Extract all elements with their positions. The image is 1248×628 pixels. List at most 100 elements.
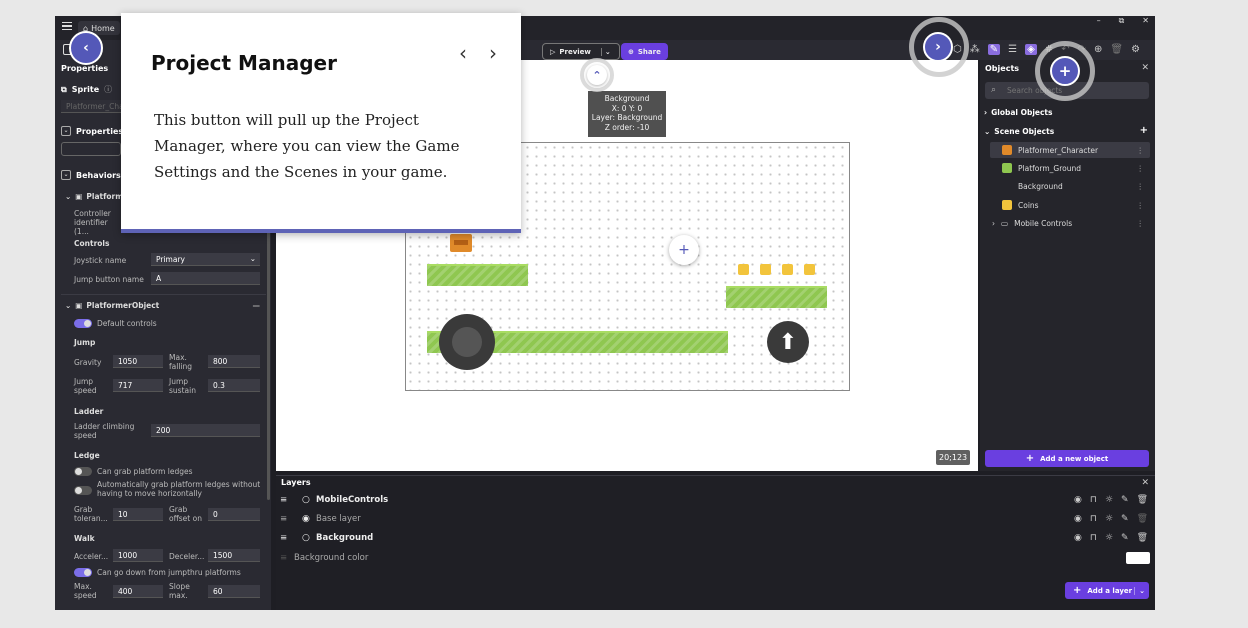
layer-radio[interactable]: ◉	[302, 514, 316, 524]
share-button[interactable]: ⊕ Share	[621, 43, 668, 60]
list-item[interactable]: Platformer_Character ⋮	[990, 142, 1150, 158]
drag-handle-icon[interactable]: ≡	[280, 533, 294, 543]
layer-radio[interactable]: ○	[302, 533, 316, 543]
joystick-select[interactable]: Primary ⌄	[151, 253, 260, 266]
default-controls-toggle[interactable]	[74, 319, 92, 328]
jump-button-field[interactable]: A	[151, 272, 260, 285]
chevron-down-icon[interactable]: ⌄	[1134, 586, 1145, 595]
more-icon[interactable]: ⋮	[1137, 182, 1145, 191]
layers-icon[interactable]: ◈	[1025, 44, 1037, 55]
layer-row[interactable]: ≡ ○ MobileControls ◉ ⊓ ☼ ✎ 🗑	[280, 491, 1150, 509]
platform-ground[interactable]	[427, 264, 528, 286]
coin[interactable]	[804, 264, 815, 275]
joystick-control[interactable]	[439, 314, 495, 370]
gravity-field[interactable]: 1050	[113, 355, 163, 368]
edit-scene-icon[interactable]: ⚙	[1131, 44, 1140, 55]
delete-icon[interactable]: 🗑	[1137, 495, 1148, 505]
acceleration-field[interactable]: 1000	[113, 549, 163, 562]
edit-icon[interactable]: ✎	[1121, 514, 1129, 524]
properties-section[interactable]: ⌄ Properties	[61, 126, 123, 136]
edit-icon[interactable]: ✎	[1121, 495, 1129, 505]
layer-row[interactable]: ≡ ◉ Base layer ◉ ⊓ ☼ ✎ 🗑	[280, 510, 1150, 528]
more-icon[interactable]: ⋮	[1137, 219, 1145, 228]
jump-sustain-field[interactable]: 0.3	[208, 379, 260, 392]
tutorial-back-button[interactable]: ‹	[69, 31, 103, 65]
grab-tolerance-field[interactable]: 10	[113, 508, 163, 521]
property-field[interactable]	[61, 142, 121, 156]
platform-ground[interactable]	[726, 286, 827, 308]
coin[interactable]	[738, 264, 749, 275]
minimize-button[interactable]: –	[1097, 16, 1101, 28]
delete-icon[interactable]: 🗑	[1110, 44, 1123, 55]
ladder-speed-field[interactable]: 200	[151, 424, 260, 437]
lock-icon[interactable]: ⊓	[1090, 533, 1097, 543]
chevron-left-icon: ‹	[83, 40, 89, 56]
add-instance-button[interactable]: +	[669, 235, 699, 265]
jump-speed-field[interactable]: 717	[113, 379, 163, 392]
global-objects-header[interactable]: › Global Objects	[984, 108, 1052, 117]
grab-ledges-toggle[interactable]	[74, 467, 92, 476]
edit-icon[interactable]: ✎	[1121, 533, 1129, 543]
eye-icon[interactable]: ◉	[1074, 495, 1082, 505]
slope-max-field[interactable]: 60	[208, 585, 260, 598]
add-layer-button[interactable]: + Add a layer ⌄	[1065, 582, 1149, 599]
layer-row[interactable]: ≡ ○ Background ◉ ⊓ ☼ ✎ 🗑	[280, 529, 1150, 547]
drag-handle-icon[interactable]: ≡	[280, 514, 294, 524]
light-icon[interactable]: ☼	[1105, 533, 1113, 543]
menu-icon[interactable]	[62, 22, 72, 30]
object-groups-icon[interactable]: ⁂	[970, 44, 980, 55]
ledge-group: Ledge	[74, 451, 100, 460]
list-item[interactable]: Background ⋮	[990, 178, 1150, 194]
maximize-button[interactable]: ⧉	[1119, 16, 1125, 28]
deceleration-field[interactable]: 1500	[208, 549, 260, 562]
preview-button[interactable]: ▷ Preview ⌄	[542, 43, 620, 60]
add-object-floating-button[interactable]: +	[1050, 56, 1080, 86]
lock-icon[interactable]: ⊓	[1090, 495, 1097, 505]
properties-icon[interactable]: ✎	[987, 44, 1001, 55]
close-icon[interactable]: ✕	[1141, 63, 1149, 73]
coin[interactable]	[760, 264, 771, 275]
add-icon[interactable]: +	[1140, 125, 1148, 136]
platformer-object-header[interactable]: ⌄ ▣ PlatformerObject —	[65, 301, 260, 310]
layer-actions: ◉ ⊓ ☼ ✎ 🗑	[1074, 495, 1148, 505]
drag-handle-icon[interactable]: ≡	[280, 495, 294, 505]
delete-icon[interactable]: 🗑	[1137, 514, 1148, 524]
more-icon[interactable]: ⋮	[1137, 201, 1145, 210]
coin[interactable]	[782, 264, 793, 275]
eye-icon[interactable]: ◉	[1074, 514, 1082, 524]
tutorial-next-arrow[interactable]: ›	[489, 41, 497, 65]
player-character[interactable]	[450, 234, 472, 252]
auto-grab-toggle[interactable]	[74, 486, 92, 495]
behaviors-section[interactable]: ⌄ Behaviors	[61, 170, 121, 180]
instances-list-icon[interactable]: ☰	[1008, 44, 1017, 55]
more-icon[interactable]: ⋮	[1137, 146, 1145, 155]
light-icon[interactable]: ☼	[1105, 514, 1113, 524]
layer-radio[interactable]: ○	[302, 495, 316, 505]
list-item[interactable]: Platform_Ground ⋮	[990, 160, 1150, 176]
add-new-object-button[interactable]: + Add a new object	[985, 450, 1149, 467]
list-item[interactable]: › ▭ Mobile Controls ⋮	[990, 215, 1150, 231]
platformer-behavior-header[interactable]: ⌄ ▣ Platform	[65, 192, 123, 201]
close-icon[interactable]: ✕	[1141, 478, 1149, 488]
max-speed-field[interactable]: 400	[113, 585, 163, 598]
max-falling-field[interactable]: 800	[208, 355, 260, 368]
window-controls: – ⧉ ✕	[1097, 16, 1149, 28]
list-item[interactable]: Coins ⋮	[990, 197, 1150, 213]
grab-offset-field[interactable]: 0	[208, 508, 260, 521]
object-name-field[interactable]: Platformer_Cha...	[61, 100, 131, 113]
delete-icon[interactable]: 🗑	[1137, 533, 1148, 543]
scene-objects-header[interactable]: ⌄ Scene Objects +	[984, 125, 1148, 136]
lock-icon[interactable]: ⊓	[1090, 514, 1097, 524]
scroll-up-button[interactable]: ⌃	[580, 58, 614, 92]
close-window-button[interactable]: ✕	[1142, 16, 1149, 28]
background-color-swatch[interactable]	[1126, 552, 1150, 564]
tutorial-next-button[interactable]: ›	[923, 32, 953, 62]
zoom-icon[interactable]: ⊕	[1094, 44, 1102, 55]
collapse-minus-icon[interactable]: —	[253, 301, 261, 310]
light-icon[interactable]: ☼	[1105, 495, 1113, 505]
more-icon[interactable]: ⋮	[1137, 164, 1145, 173]
jumpthru-toggle[interactable]	[74, 568, 92, 577]
jump-button-control[interactable]: ⬆	[767, 321, 809, 363]
tutorial-prev-arrow[interactable]: ‹	[459, 41, 467, 65]
eye-icon[interactable]: ◉	[1074, 533, 1082, 543]
